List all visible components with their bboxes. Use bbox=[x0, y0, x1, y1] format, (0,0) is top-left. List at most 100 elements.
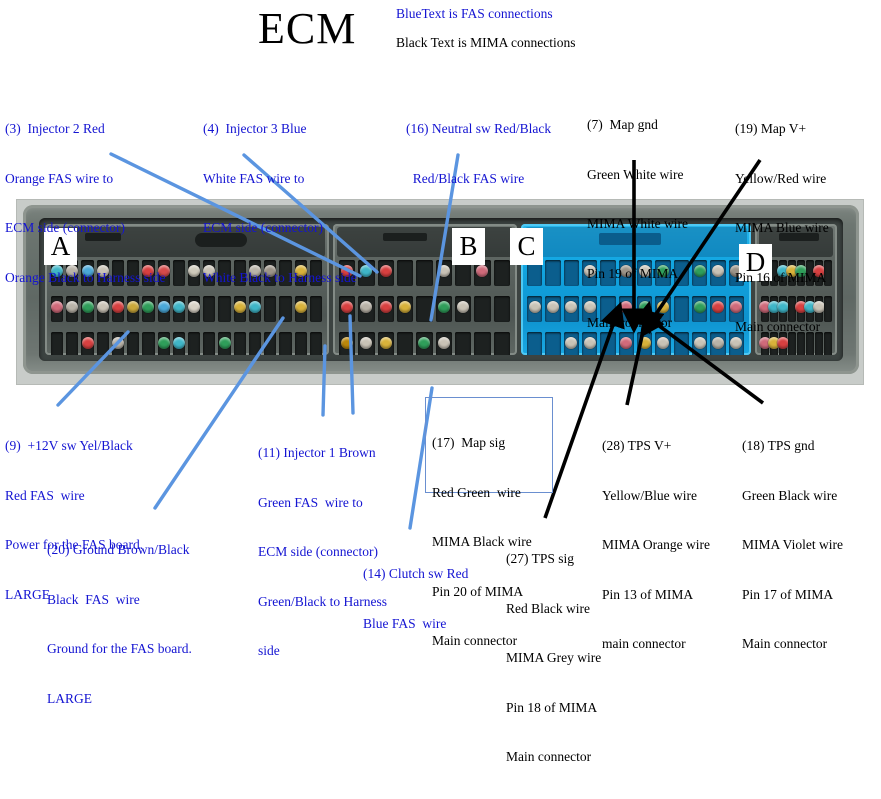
note-20-line-4: LARGE bbox=[47, 690, 92, 706]
connector-b bbox=[333, 224, 517, 355]
note-19-line-2: Yellow/Red wire bbox=[735, 170, 827, 186]
wire-pin bbox=[693, 337, 706, 349]
note-18-line-3: MIMA Violet wire bbox=[742, 537, 843, 552]
wire-pin bbox=[379, 337, 392, 349]
wire-pin bbox=[693, 265, 706, 277]
wire-pin bbox=[341, 337, 354, 349]
connector-b-pin-grid bbox=[338, 260, 512, 355]
note-28-line-5: main connector bbox=[602, 636, 686, 651]
wire-pin bbox=[188, 265, 201, 277]
pin-cavity bbox=[455, 332, 472, 355]
pin-cavity bbox=[218, 332, 231, 355]
pin-cavity bbox=[233, 332, 246, 355]
note-19-line-1: (19) Map V+ bbox=[735, 121, 807, 136]
pin-row bbox=[338, 296, 512, 322]
connector-label-c: C bbox=[510, 228, 543, 265]
legend-mima: Black Text is MIMA connections bbox=[396, 35, 576, 50]
pin-cavity bbox=[172, 296, 185, 322]
pin-row bbox=[50, 332, 324, 355]
note-16-line-2: Red/Black FAS wire bbox=[406, 170, 525, 186]
note-4-line-4: White Black to Harness side bbox=[203, 269, 357, 285]
pin-cavity bbox=[66, 332, 79, 355]
note-20-line-3: Ground for the FAS board. bbox=[47, 641, 192, 656]
note-11-line-1: (11) Injector 1 Brown bbox=[258, 445, 376, 460]
pin-cavity bbox=[545, 296, 561, 322]
wire-pin bbox=[399, 301, 412, 313]
pin-row bbox=[338, 332, 512, 355]
pin-cavity bbox=[416, 332, 433, 355]
pin-cavity bbox=[339, 332, 356, 355]
wire-pin bbox=[546, 301, 559, 313]
note-19-line-4: Pin 16 of MIMA bbox=[735, 269, 827, 285]
wire-pin bbox=[379, 265, 392, 277]
note-3-line-4: Orange Black to Harness side bbox=[5, 269, 166, 285]
note-14: (14) Clutch sw Red Blue FAS wire bbox=[363, 533, 468, 665]
pin-cavity bbox=[358, 296, 375, 322]
pin-cavity bbox=[474, 296, 491, 322]
pin-cavity bbox=[455, 296, 472, 322]
pin-cavity bbox=[527, 332, 543, 355]
note-14-line-1: (14) Clutch sw Red bbox=[363, 566, 469, 581]
connector-b-cap bbox=[337, 227, 513, 257]
wire-pin bbox=[360, 337, 373, 349]
wire-pin bbox=[188, 301, 201, 313]
pin-cavity bbox=[358, 332, 375, 355]
wire-pin bbox=[360, 265, 373, 277]
note-17-line-2: Red Green wire bbox=[432, 484, 521, 500]
pin-cavity bbox=[545, 332, 561, 355]
pin-cavity bbox=[203, 332, 216, 355]
pin-cavity bbox=[397, 332, 414, 355]
wire-pin bbox=[693, 301, 706, 313]
note-20: (20) Ground Brown/Black Black FAS wire G… bbox=[47, 509, 192, 740]
pin-cavity bbox=[188, 332, 201, 355]
pin-cavity bbox=[309, 332, 322, 355]
note-9-line-2: Red FAS wire bbox=[5, 487, 85, 503]
pin-cavity bbox=[157, 332, 170, 355]
note-7-line-5: Main connector bbox=[587, 315, 673, 330]
note-7: (7) Map gnd Green White wire MIMA White … bbox=[587, 84, 688, 365]
pin-cavity bbox=[397, 296, 414, 322]
wire-pin bbox=[711, 301, 724, 313]
pin-cavity bbox=[188, 260, 201, 286]
note-11-line-2: Green FAS wire to bbox=[258, 494, 363, 510]
note-18-line-4: Pin 17 of MIMA bbox=[742, 586, 834, 602]
wire-pin bbox=[172, 337, 185, 349]
wire-pin bbox=[111, 337, 124, 349]
note-27-line-4: Pin 18 of MIMA bbox=[506, 699, 598, 715]
pin-cavity bbox=[81, 332, 94, 355]
pin-cavity bbox=[142, 332, 155, 355]
note-3: (3) Injector 2 Red Orange FAS wire to EC… bbox=[5, 88, 165, 319]
pin-cavity bbox=[127, 332, 140, 355]
pin-cavity bbox=[111, 332, 125, 355]
pin-cavity bbox=[710, 332, 726, 355]
pin-cavity bbox=[435, 332, 452, 355]
note-18: (18) TPS gnd Green Black wire MIMA Viole… bbox=[742, 405, 843, 686]
wire-pin bbox=[711, 337, 724, 349]
pin-cavity bbox=[248, 332, 262, 355]
note-7-line-3: MIMA White wire bbox=[587, 216, 688, 231]
note-28-line-2: Yellow/Blue wire bbox=[602, 487, 698, 503]
pin-row bbox=[338, 260, 512, 286]
note-16-line-1: (16) Neutral sw Red/Black bbox=[406, 121, 552, 136]
wire-pin bbox=[565, 301, 578, 313]
pin-cavity bbox=[96, 332, 109, 355]
pin-cavity bbox=[692, 260, 708, 286]
wire-pin bbox=[711, 265, 724, 277]
note-3-line-1: (3) Injector 2 Red bbox=[5, 121, 105, 136]
note-27: (27) TPS sig Red Black wire MIMA Grey wi… bbox=[506, 518, 601, 799]
note-28: (28) TPS V+ Yellow/Blue wire MIMA Orange… bbox=[602, 405, 710, 686]
note-7-line-1: (7) Map gnd bbox=[587, 117, 658, 132]
wire-pin bbox=[437, 265, 450, 277]
pin-cavity bbox=[710, 296, 726, 322]
pin-cavity bbox=[264, 332, 277, 355]
pin-cavity bbox=[294, 332, 307, 355]
pin-cavity bbox=[527, 296, 543, 322]
note-4-line-1: (4) Injector 3 Blue bbox=[203, 121, 307, 136]
pin-cavity bbox=[172, 332, 185, 355]
note-28-line-3: MIMA Orange wire bbox=[602, 537, 710, 552]
note-19: (19) Map V+ Yellow/Red wire MIMA Blue wi… bbox=[735, 88, 829, 369]
wire-pin bbox=[172, 301, 185, 313]
note-19-line-5: Main connector bbox=[735, 319, 821, 334]
note-27-line-2: Red Black wire bbox=[506, 600, 590, 616]
wire-pin bbox=[157, 337, 170, 349]
